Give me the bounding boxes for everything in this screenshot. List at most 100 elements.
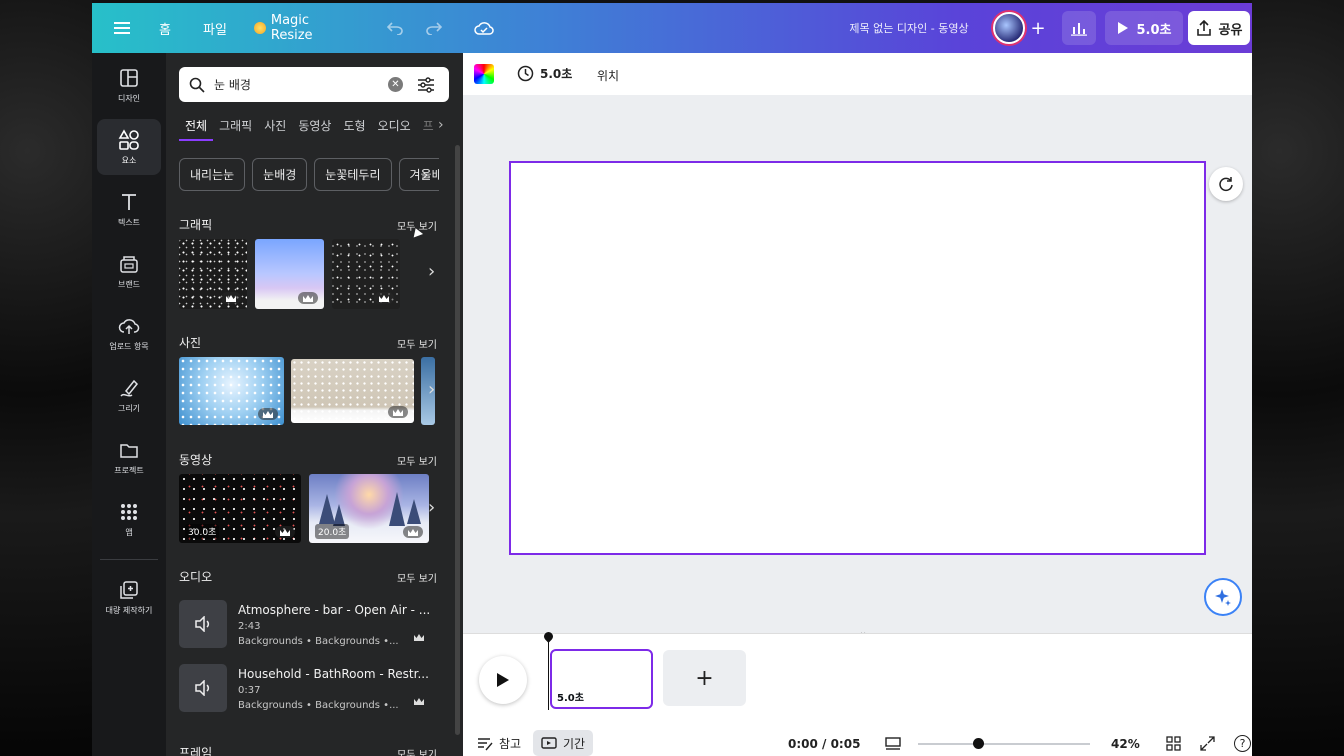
graphic-thumbnail[interactable] <box>179 239 247 309</box>
duration-label: 5.0초 <box>540 67 573 81</box>
play-icon <box>1117 22 1128 34</box>
filter-icon[interactable] <box>417 76 435 93</box>
crown-icon <box>403 526 423 538</box>
sidebar-item-label: 앱 <box>125 527 133 537</box>
audio-list-item[interactable]: Household - BathRoom - Restr... 0:37 Bac… <box>179 664 439 716</box>
tab-audio[interactable]: 오디오 <box>372 115 417 145</box>
video-thumbnail[interactable]: 30.0초 <box>179 474 301 543</box>
hamburger-icon[interactable] <box>110 11 134 45</box>
tab-graphics[interactable]: 그래픽 <box>213 115 258 145</box>
timeline-clip[interactable]: 5.0초 <box>550 649 653 709</box>
photo-thumbnail[interactable] <box>179 357 284 425</box>
tab-shapes[interactable]: 도형 <box>337 115 371 145</box>
panel-scrollbar[interactable] <box>455 145 460 735</box>
timing-icon <box>541 737 557 749</box>
refresh-icon[interactable] <box>1209 167 1243 201</box>
magic-resize-button[interactable]: Magic Resize <box>254 11 354 45</box>
add-page-button[interactable]: + <box>663 650 746 706</box>
present-button[interactable]: 5.0초 <box>1105 11 1183 45</box>
zoom-slider-knob[interactable] <box>973 738 985 749</box>
audio-length: 2:43 <box>238 621 261 632</box>
see-all-photos[interactable]: 모두 보기 <box>397 336 437 351</box>
redo-icon[interactable] <box>423 11 445 45</box>
speaker-icon <box>179 600 227 648</box>
zoom-slider-track[interactable] <box>918 738 1090 749</box>
design-canvas[interactable] <box>509 161 1206 555</box>
text-icon <box>122 193 136 210</box>
chip-suggestion[interactable]: 눈배경 <box>252 158 308 191</box>
sidebar-item-bulk-create[interactable]: 대량 제작하기 <box>97 569 161 625</box>
chip-suggestion[interactable]: 겨울배 <box>398 158 439 191</box>
graphic-thumbnail[interactable] <box>332 239 400 309</box>
sidebar-item-brand[interactable]: 브랜드 <box>97 243 161 299</box>
crown-icon <box>409 695 429 707</box>
sidebar-item-label: 프로젝트 <box>114 465 144 475</box>
undo-icon[interactable] <box>384 11 406 45</box>
page-view-icon[interactable] <box>885 736 901 751</box>
zoom-level[interactable]: 42% <box>1111 737 1140 751</box>
tab-videos[interactable]: 동영상 <box>292 115 337 145</box>
graphic-thumbnail[interactable] <box>255 239 324 309</box>
grid-view-icon[interactable] <box>1166 736 1181 751</box>
video-duration: 30.0초 <box>185 524 220 539</box>
help-icon[interactable]: ? <box>1234 735 1251 752</box>
context-toolbar: 5.0초 위치 <box>463 53 1252 95</box>
video-thumbnail[interactable]: 20.0초 <box>309 474 429 543</box>
sidebar-item-label: 그리기 <box>117 403 141 413</box>
tab-photos[interactable]: 사진 <box>258 115 292 145</box>
audio-list-item[interactable]: Atmosphere - bar - Open Air - ... 2:43 B… <box>179 600 439 652</box>
play-button[interactable] <box>479 656 527 704</box>
section-title-frames: 프레임 <box>179 746 213 756</box>
audio-title: Atmosphere - bar - Open Air - ... <box>238 603 431 617</box>
audio-title: Household - BathRoom - Restr... <box>238 667 429 681</box>
upload-icon <box>118 318 140 334</box>
see-all-videos[interactable]: 모두 보기 <box>397 453 437 468</box>
tabs-next-icon[interactable]: › <box>438 117 444 133</box>
photos-next-icon[interactable]: › <box>428 379 435 400</box>
see-all-audio[interactable]: 모두 보기 <box>397 570 437 585</box>
sidebar-item-projects[interactable]: 프로젝트 <box>97 429 161 485</box>
section-title-audio: 오디오 <box>179 570 213 584</box>
insights-icon[interactable] <box>1062 11 1096 45</box>
videos-next-icon[interactable]: › <box>428 497 435 518</box>
sidebar-item-elements[interactable]: 요소 <box>97 119 161 175</box>
graphics-next-icon[interactable]: › <box>428 261 435 282</box>
sidebar-item-text[interactable]: 텍스트 <box>97 181 161 237</box>
clear-search-icon[interactable]: ✕ <box>388 77 403 92</box>
crown-icon <box>298 292 318 304</box>
share-button[interactable]: 공유 <box>1188 11 1250 45</box>
apps-icon <box>121 503 137 520</box>
chip-suggestion[interactable]: 내리는눈 <box>179 158 246 191</box>
fullscreen-icon[interactable] <box>1200 736 1215 751</box>
home-menu[interactable]: 홈 <box>152 11 178 45</box>
sidebar-item-label: 텍스트 <box>117 217 141 227</box>
duration-button[interactable]: 5.0초 <box>517 65 572 82</box>
tab-all[interactable]: 전체 <box>179 115 214 141</box>
magic-assistant-icon[interactable] <box>1204 578 1242 616</box>
add-collaborator-icon[interactable]: + <box>1028 11 1048 45</box>
notes-button[interactable]: 참고 <box>477 735 521 752</box>
notes-icon <box>478 737 493 750</box>
position-button[interactable]: 위치 <box>597 67 619 84</box>
photo-thumbnail[interactable] <box>291 359 414 423</box>
sidebar-item-draw[interactable]: 그리기 <box>97 367 161 423</box>
sidebar-item-uploads[interactable]: 업로드 항목 <box>97 305 161 361</box>
avatar[interactable] <box>992 11 1026 45</box>
crown-icon <box>221 292 241 304</box>
see-all-frames[interactable]: 모두 보기 <box>397 746 437 756</box>
search-input[interactable] <box>214 77 384 92</box>
chip-suggestion[interactable]: 눈꽃테두리 <box>314 158 392 191</box>
timing-button[interactable]: 기간 <box>533 730 594 756</box>
cloud-save-icon[interactable] <box>472 11 496 45</box>
play-icon <box>497 673 509 687</box>
backdrop-right <box>1252 0 1344 756</box>
sidebar-item-apps[interactable]: 앱 <box>97 491 161 547</box>
chips-next-icon[interactable]: › <box>422 165 428 184</box>
crown-icon <box>374 292 394 304</box>
background-color-swatch[interactable] <box>474 64 494 84</box>
sidebar-item-design[interactable]: 디자인 <box>97 57 161 113</box>
suggestion-chips: 내리는눈 눈배경 눈꽃테두리 겨울배 <box>179 158 439 192</box>
file-menu[interactable]: 파일 <box>200 11 230 45</box>
document-title[interactable]: 제목 없는 디자인 - 동영상 <box>844 11 974 45</box>
timeline-splitter <box>463 626 1252 633</box>
